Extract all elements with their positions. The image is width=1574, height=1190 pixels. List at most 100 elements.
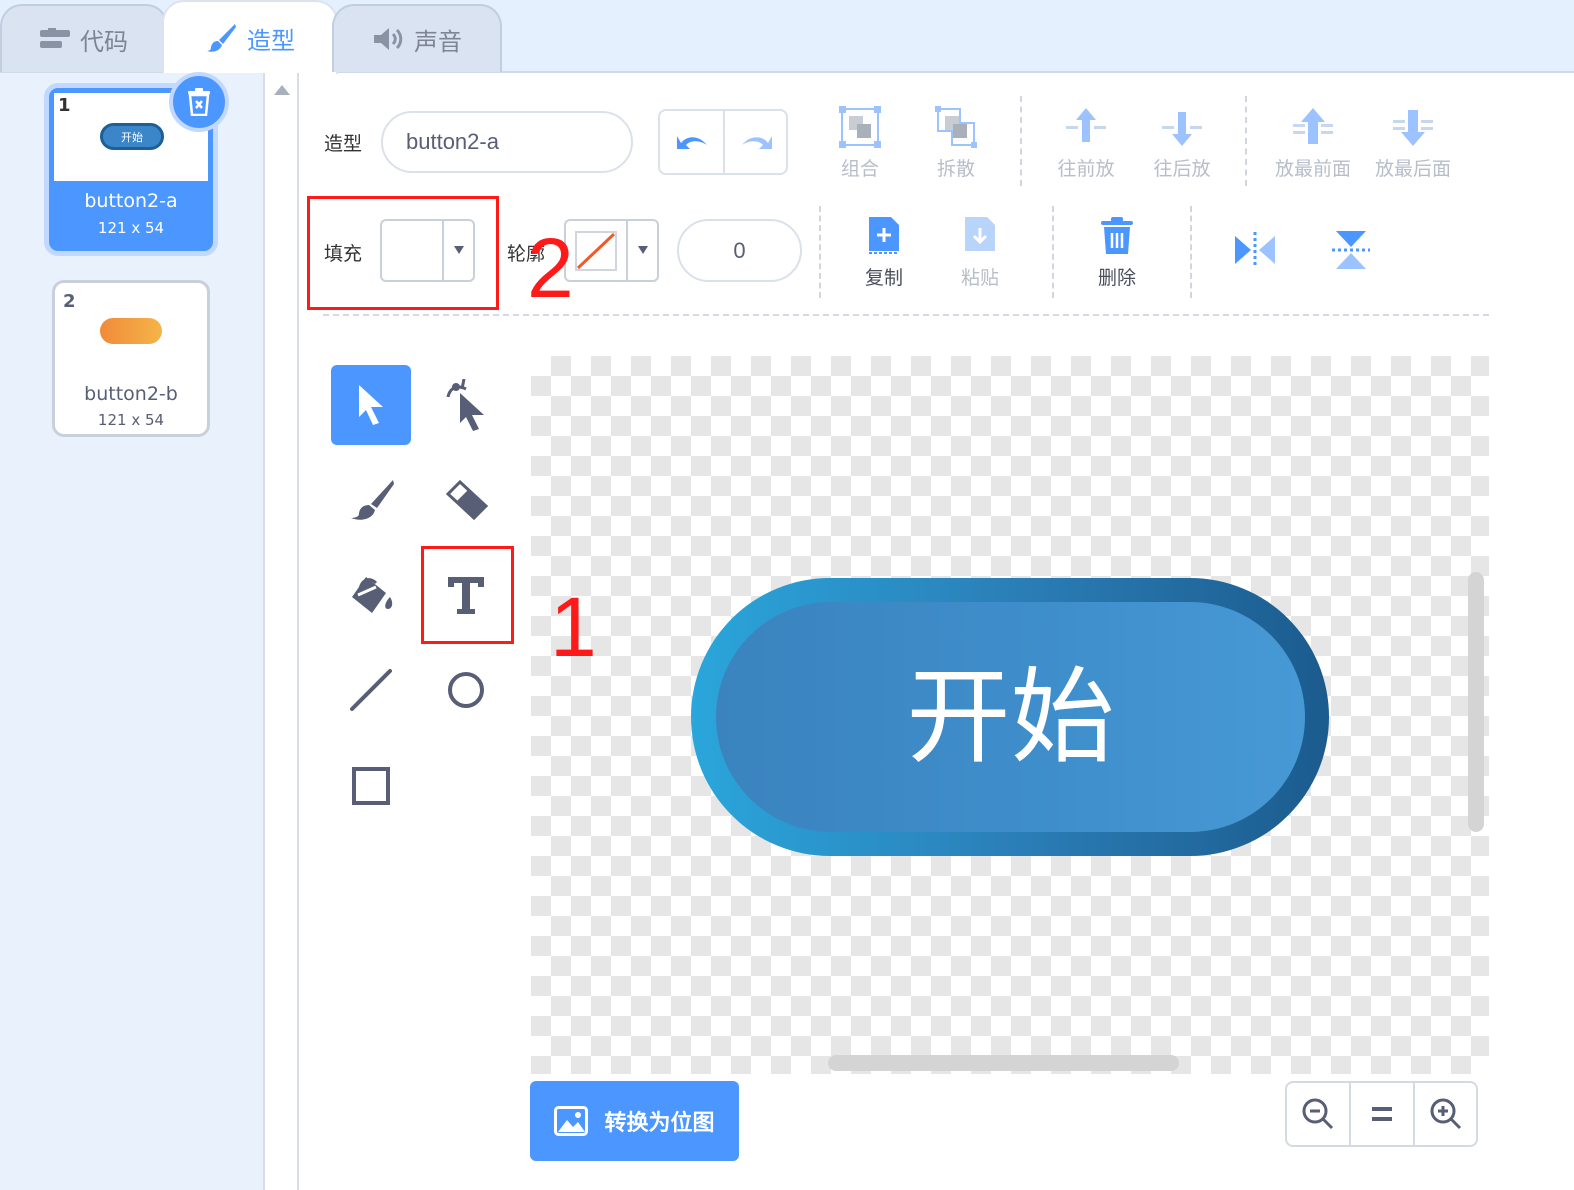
- canvas-button-shape[interactable]: 开始: [691, 578, 1329, 856]
- canvas-button-text: 开始: [906, 656, 1115, 778]
- to-back-button[interactable]: 放最后面: [1368, 106, 1458, 181]
- costume-item-2[interactable]: 2 button2-b 121 x 54: [52, 280, 210, 437]
- ungroup-label: 拆散: [936, 158, 975, 180]
- toolbar-divider: [323, 314, 1489, 316]
- backward-button[interactable]: 往后放: [1146, 106, 1218, 181]
- copy-icon: [869, 217, 899, 254]
- zoom-out-button[interactable]: [1287, 1083, 1349, 1145]
- line-tool[interactable]: [331, 650, 411, 730]
- undo-redo-group: [658, 109, 788, 175]
- redo-icon: [741, 136, 772, 149]
- reshape-tool[interactable]: [426, 365, 506, 445]
- zoom-in-button[interactable]: [1415, 1083, 1477, 1145]
- ungroup-icon: [935, 106, 977, 148]
- separator: [1245, 96, 1247, 186]
- chevron-down-icon: [638, 246, 648, 254]
- costume-name-input[interactable]: [381, 111, 633, 173]
- trash-icon: [1101, 217, 1133, 254]
- thumbnail-button: 开始: [100, 123, 164, 150]
- costume-list-scrollbar[interactable]: [263, 73, 299, 1190]
- paste-button[interactable]: 粘贴: [950, 217, 1010, 290]
- scroll-up-arrow-icon[interactable]: [274, 85, 290, 95]
- equals-icon: [1372, 1107, 1392, 1121]
- copy-label: 复制: [864, 267, 903, 289]
- outline-width-input[interactable]: [677, 219, 802, 282]
- undo-icon: [676, 136, 707, 149]
- to-back-label: 放最后面: [1374, 158, 1451, 180]
- outline-color-dropdown[interactable]: [564, 219, 659, 282]
- to-front-button[interactable]: 放最前面: [1268, 106, 1358, 181]
- convert-to-bitmap-label: 转换为位图: [604, 1110, 715, 1136]
- annotation-number-2: 2: [527, 221, 574, 315]
- delete-costume-button[interactable]: [169, 72, 229, 132]
- backward-icon: [1162, 112, 1202, 146]
- separator: [1020, 96, 1022, 186]
- flip-horizontal-button[interactable]: [1232, 230, 1278, 270]
- horizontal-scrollbar[interactable]: [828, 1055, 1179, 1071]
- forward-label: 往前放: [1057, 158, 1115, 180]
- code-blocks-icon: [40, 28, 70, 48]
- divider: [626, 221, 628, 280]
- group-button[interactable]: 组合: [830, 106, 890, 181]
- backward-label: 往后放: [1153, 158, 1211, 180]
- flip-horizontal-icon: [1235, 232, 1275, 268]
- rectangle-tool[interactable]: [331, 746, 411, 826]
- group-icon: [839, 106, 881, 148]
- forward-button[interactable]: 往前放: [1050, 106, 1122, 181]
- separator: [1052, 206, 1054, 298]
- reshape-icon: [446, 379, 484, 431]
- thumbnail-button: [100, 318, 162, 344]
- costume-size: 121 x 54: [97, 219, 165, 237]
- vertical-scrollbar[interactable]: [1468, 572, 1484, 832]
- select-icon: [359, 385, 383, 425]
- flip-vertical-icon: [1332, 231, 1370, 269]
- costume-name: button2-a: [84, 190, 178, 212]
- flip-vertical-button[interactable]: [1330, 228, 1372, 272]
- convert-to-bitmap-button[interactable]: 转换为位图: [530, 1081, 739, 1161]
- separator: [1190, 206, 1192, 298]
- speaker-icon: [374, 28, 403, 50]
- eraser-icon: [445, 479, 489, 521]
- brush-icon: [207, 24, 236, 52]
- trash-icon: [188, 88, 210, 116]
- zoom-out-icon: [1302, 1098, 1334, 1130]
- zoom-in-icon: [1430, 1098, 1462, 1130]
- zoom-controls: [1285, 1081, 1478, 1147]
- brush-tool[interactable]: [331, 460, 411, 540]
- ungroup-button[interactable]: 拆散: [926, 106, 986, 181]
- no-color-swatch-icon: [575, 231, 617, 271]
- tab-code[interactable]: 代码: [0, 4, 168, 72]
- annotation-number-1: 1: [550, 580, 597, 674]
- delete-button[interactable]: 删除: [1087, 217, 1147, 290]
- fill-tool[interactable]: [331, 555, 411, 635]
- image-icon: [554, 1106, 589, 1136]
- group-label: 组合: [840, 158, 879, 180]
- delete-label: 删除: [1097, 267, 1136, 289]
- paste-icon: [965, 217, 995, 251]
- costume-number: 2: [63, 291, 76, 312]
- forward-icon: [1066, 108, 1106, 142]
- line-icon: [350, 669, 392, 711]
- copy-button[interactable]: 复制: [854, 217, 914, 290]
- circle-icon: [448, 672, 484, 708]
- rectangle-icon: [352, 767, 390, 805]
- zoom-reset-button[interactable]: [1351, 1083, 1413, 1145]
- eraser-tool[interactable]: [426, 460, 506, 540]
- tab-sounds[interactable]: 声音: [332, 4, 502, 72]
- to-back-icon: [1393, 110, 1433, 146]
- brush-icon: [351, 480, 394, 520]
- tab-code-label: 代码: [80, 27, 128, 56]
- tab-sounds-label: 声音: [414, 27, 462, 56]
- costume-size: 121 x 54: [97, 411, 165, 429]
- tab-costumes[interactable]: 造型: [162, 0, 338, 74]
- costume-name-label: 造型: [324, 133, 363, 155]
- costume-name: button2-b: [84, 383, 178, 405]
- tab-costumes-label: 造型: [247, 26, 295, 55]
- circle-tool[interactable]: [426, 650, 506, 730]
- to-front-icon: [1293, 108, 1333, 144]
- redo-button[interactable]: [725, 111, 788, 173]
- undo-button[interactable]: [660, 111, 723, 173]
- paste-label: 粘贴: [960, 267, 999, 289]
- select-tool[interactable]: [331, 365, 411, 445]
- annotation-box-text-tool: [421, 546, 514, 644]
